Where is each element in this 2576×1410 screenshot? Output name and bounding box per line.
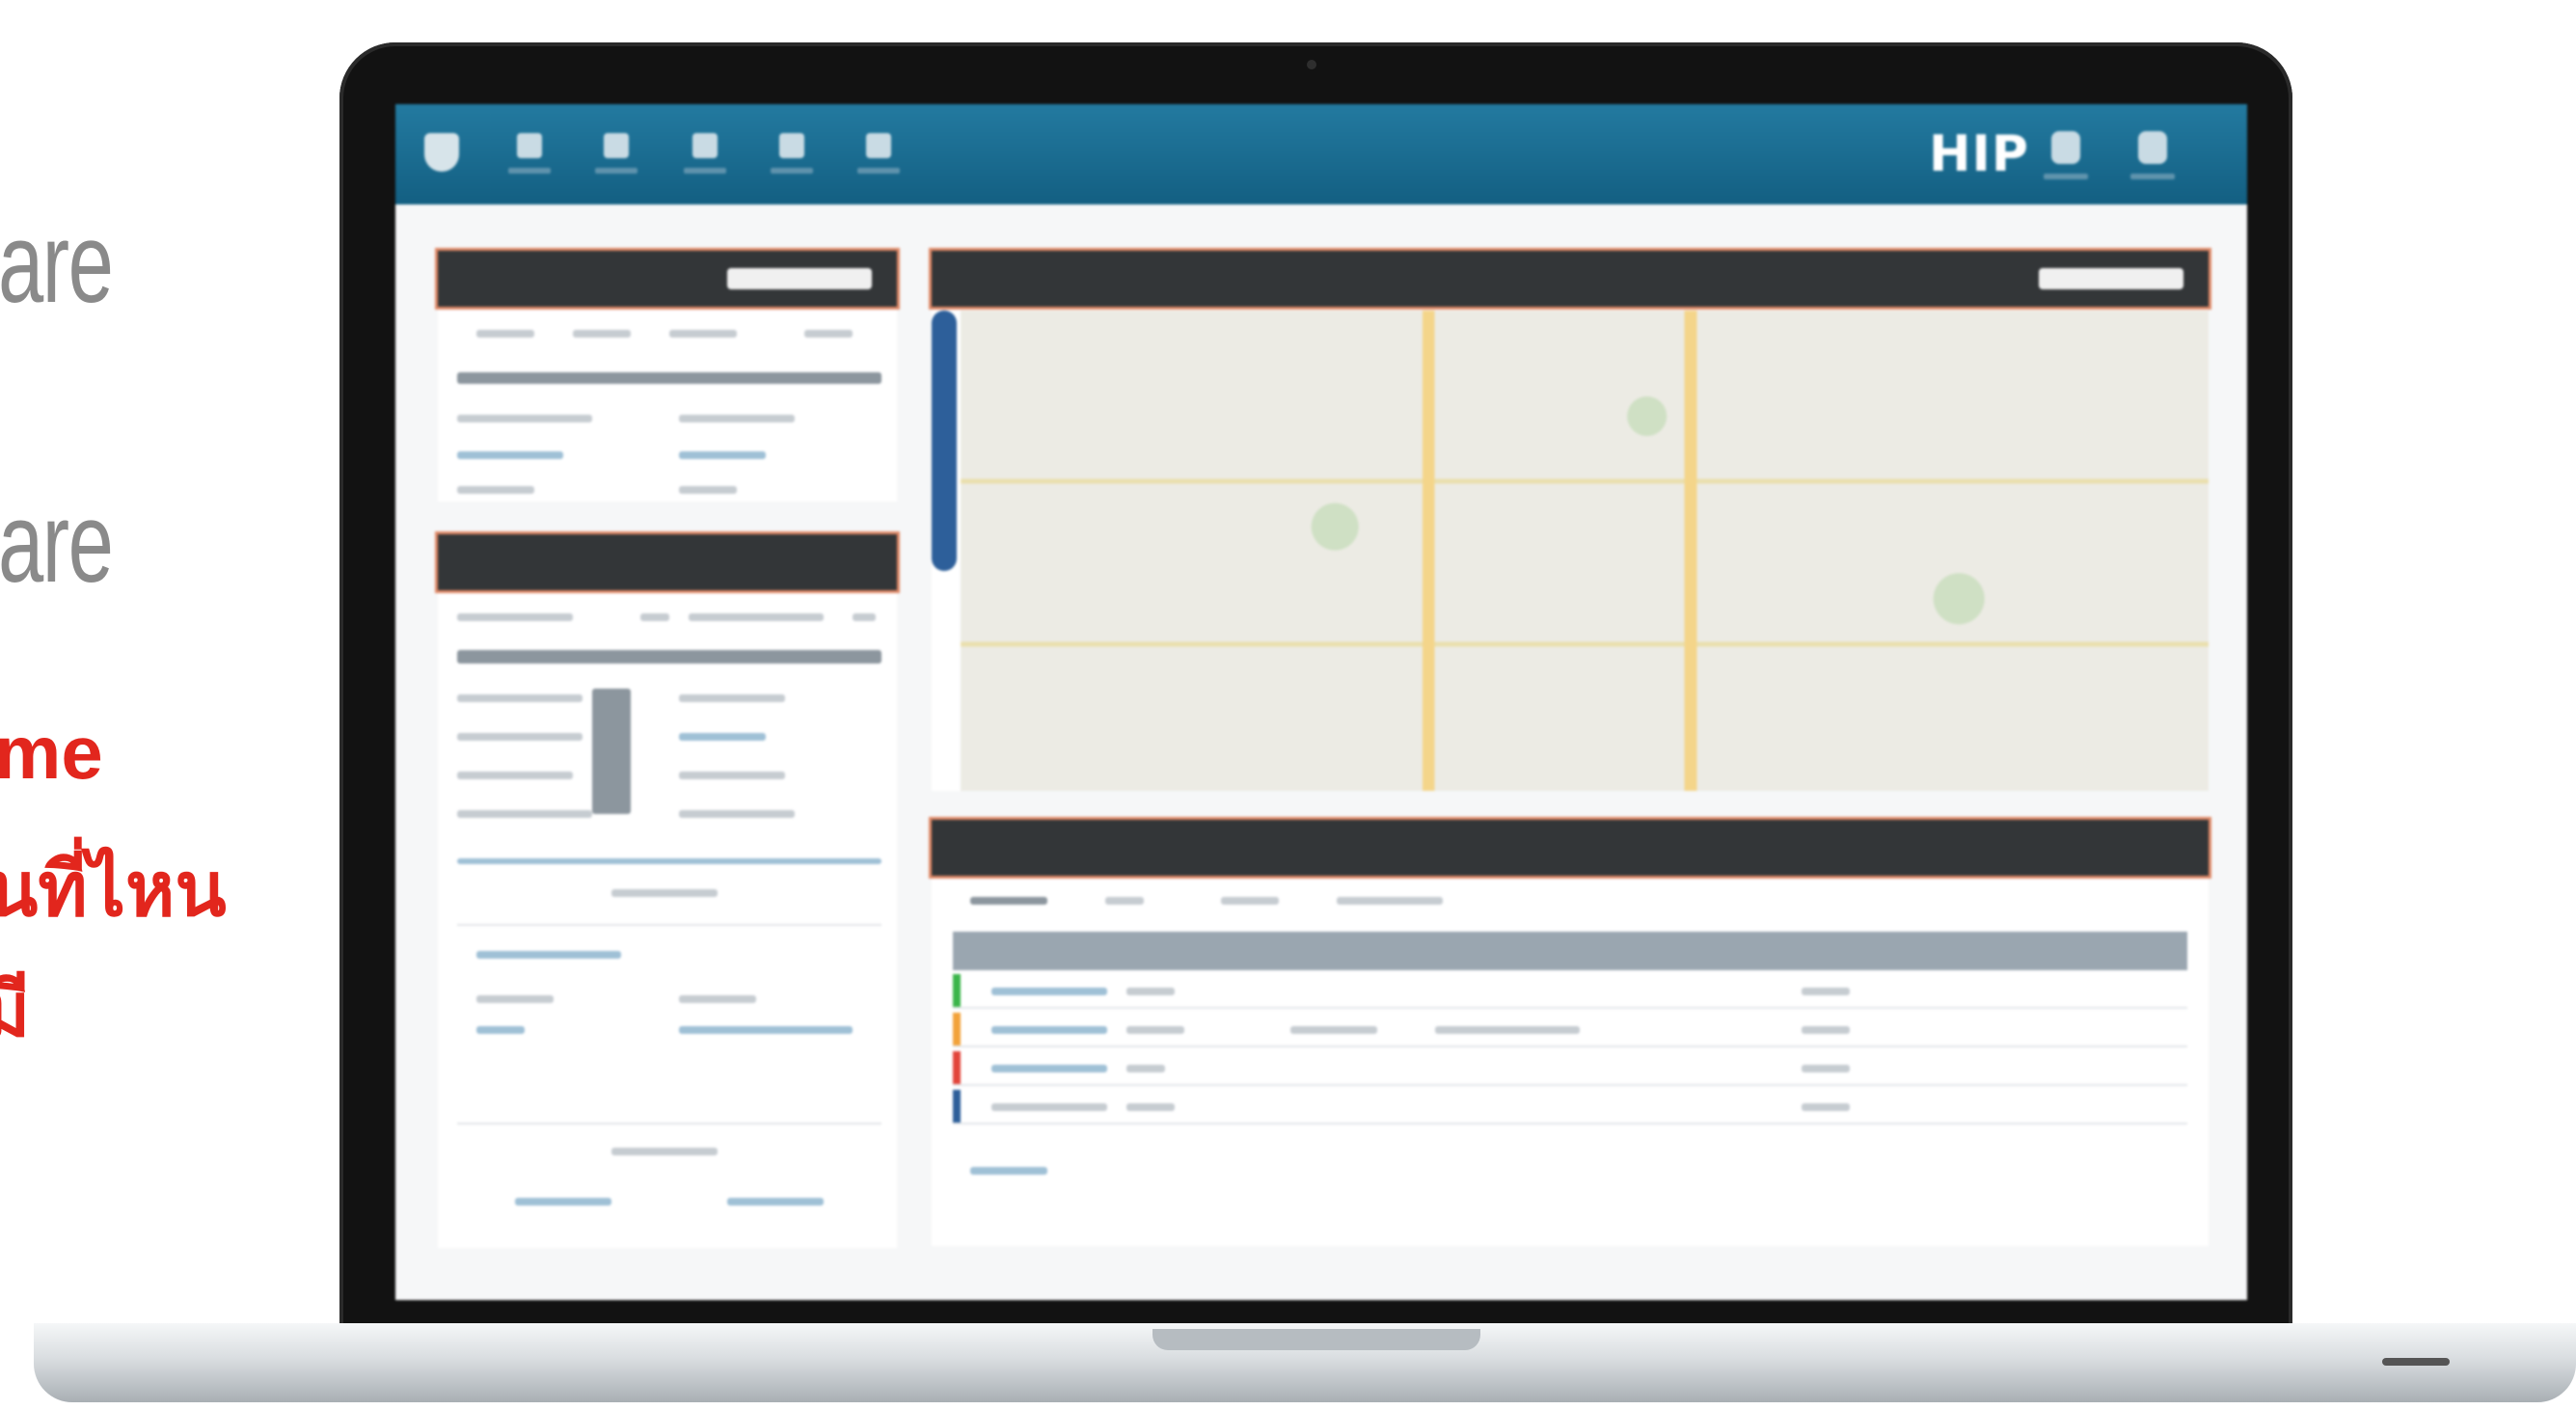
marketing-line-5: มี — [0, 967, 31, 1052]
table-row[interactable] — [679, 810, 795, 818]
list-item[interactable] — [679, 486, 737, 494]
list-item[interactable] — [679, 451, 766, 459]
table-cell — [1802, 988, 1850, 995]
laptop-opening-notch — [1152, 1329, 1480, 1350]
table-cell — [1126, 988, 1175, 995]
left-panel-bottom — [438, 534, 897, 1248]
marketing-line-4: นที่ไหน — [0, 847, 227, 932]
filter-option[interactable] — [689, 613, 824, 621]
bell-icon[interactable] — [2037, 122, 2095, 195]
marketing-line-1: are — [0, 200, 114, 327]
panel-header-button[interactable] — [2039, 268, 2183, 289]
detail-label — [476, 951, 621, 959]
table-cell — [991, 1065, 1107, 1072]
detail-value — [679, 995, 756, 1003]
zoom-slider[interactable] — [932, 311, 957, 571]
detail-label — [476, 995, 554, 1003]
table-row[interactable] — [457, 733, 583, 741]
table-row[interactable] — [457, 810, 592, 818]
building-icon[interactable] — [679, 122, 731, 189]
filter-option[interactable] — [457, 613, 573, 621]
laptop-indicator — [2382, 1358, 2450, 1366]
scrollbar[interactable] — [457, 858, 881, 864]
list-item[interactable] — [457, 415, 592, 422]
map-view[interactable] — [961, 311, 2209, 791]
person-icon[interactable] — [590, 122, 642, 189]
device-icon[interactable] — [2124, 122, 2182, 195]
column-header — [573, 330, 631, 338]
panel-header — [438, 534, 897, 590]
tab[interactable] — [970, 897, 1047, 905]
table-row[interactable] — [679, 772, 785, 779]
settings-icon[interactable] — [853, 122, 905, 189]
divider — [457, 924, 881, 926]
status-flag — [953, 1051, 961, 1084]
column-header — [476, 330, 534, 338]
table-column-shade — [592, 689, 631, 814]
panel-link[interactable] — [515, 1198, 611, 1206]
column-header — [669, 330, 737, 338]
list-item[interactable] — [679, 415, 795, 422]
filter-icon[interactable] — [640, 613, 669, 621]
table-cell — [1290, 1026, 1377, 1034]
status-flag — [953, 1013, 961, 1045]
list-item[interactable] — [457, 486, 534, 494]
map-panel — [932, 251, 2209, 791]
left-panel-top — [438, 251, 897, 502]
table-row[interactable] — [457, 694, 583, 702]
tab[interactable] — [1105, 897, 1144, 905]
panel-header — [932, 820, 2209, 876]
table-cell — [991, 988, 1107, 995]
tab[interactable] — [1337, 897, 1443, 905]
table-row[interactable] — [953, 1013, 2187, 1047]
filter-icon[interactable] — [853, 613, 876, 621]
webcam — [1307, 60, 1316, 69]
marketing-line-2: are — [0, 479, 114, 607]
table-cell — [1802, 1026, 1850, 1034]
table-row[interactable] — [457, 772, 573, 779]
table-row[interactable] — [953, 1051, 2187, 1086]
list-item[interactable] — [457, 451, 563, 459]
table-header-row — [457, 372, 881, 384]
marketing-line-3: me — [0, 710, 103, 795]
tab[interactable] — [1221, 897, 1279, 905]
pagination[interactable] — [611, 889, 718, 897]
panel-link[interactable] — [727, 1198, 824, 1206]
table-row[interactable] — [679, 733, 766, 741]
column-header — [804, 330, 853, 338]
panel-header — [932, 251, 2209, 307]
panel-header-button[interactable] — [727, 268, 872, 289]
status-flag — [953, 974, 961, 1007]
table-cell — [991, 1103, 1107, 1111]
brand-logo: HIP — [1929, 125, 2029, 183]
table-cell — [1126, 1103, 1175, 1111]
laptop-screen: HIP — [395, 104, 2247, 1300]
table-row[interactable] — [679, 694, 785, 702]
table-header-row — [457, 650, 881, 664]
table-cell — [1126, 1065, 1165, 1072]
shield-logo-icon[interactable] — [424, 133, 459, 172]
table-row[interactable] — [953, 974, 2187, 1009]
table-header-row — [953, 932, 2187, 970]
panel-header — [438, 251, 897, 307]
app-topbar: HIP — [395, 104, 2247, 204]
detail-value — [679, 1026, 853, 1034]
panel-action[interactable] — [611, 1148, 718, 1155]
table-row[interactable] — [953, 1090, 2187, 1125]
table-cell — [1802, 1103, 1850, 1111]
events-panel — [932, 820, 2209, 1246]
report-icon[interactable] — [766, 122, 818, 189]
status-flag — [953, 1090, 961, 1123]
detail-label — [476, 1026, 525, 1034]
table-footer-link[interactable] — [970, 1167, 1047, 1175]
table-cell — [991, 1026, 1107, 1034]
table-cell — [1126, 1026, 1184, 1034]
dashboard-icon[interactable] — [503, 122, 556, 189]
table-cell — [1802, 1065, 1850, 1072]
page: are are me นที่ไหน มี HIP — [0, 0, 2576, 1410]
table-cell — [1435, 1026, 1580, 1034]
divider — [457, 1123, 881, 1125]
